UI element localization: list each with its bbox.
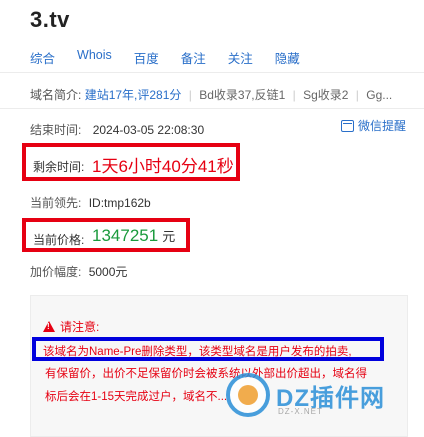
tab-bar: 综合 Whois 百度 备注 关注 隐藏 [30,48,322,67]
leader-row: 当前领先: ID:tmp162b [30,194,151,211]
watermark-subtext: DZ-X.NET [278,407,323,416]
leader-label: 当前领先: [30,196,82,210]
end-time-label: 结束时间: [30,123,82,137]
notice-title: 请注意: [60,320,100,334]
divider [0,72,424,73]
wechat-reminder-button[interactable]: 微信提醒 [340,117,406,134]
end-time-row: 结束时间: 2024-03-05 22:08:30 [30,121,204,138]
remaining-label: 剩余时间: [33,160,85,174]
intro-row: 域名简介: 建站17年,评281分 | Bd收录37,反链1 | Sg收录2 |… [30,86,392,103]
increment-label: 加价幅度: [30,265,82,279]
price-value: 1347251 [92,226,159,245]
intro-label: 域名简介: [30,88,82,102]
wechat-reminder-label: 微信提醒 [357,119,406,133]
remaining-value: 1天6小时40分41秒 [92,157,234,176]
calendar-icon [340,119,354,132]
tab-follow[interactable]: 关注 [228,48,253,67]
intro-item: Sg收录2 [303,88,349,102]
tab-whois[interactable]: Whois [77,48,112,67]
notice-highlight-box: 该域名为Name-Pre删除类型，该类型域名是用户发布的拍卖, [32,337,384,361]
price-value-wrap: 1347251 元 [92,226,175,246]
intro-item: Gg... [366,88,393,102]
divider [0,108,424,109]
separator: | [355,88,359,102]
current-price-box: 当前价格: 1347251 元 [22,218,190,252]
end-time-value: 2024-03-05 22:08:30 [92,123,205,137]
tab-baidu[interactable]: 百度 [134,48,159,67]
separator: | [292,88,296,102]
price-label: 当前价格: [33,233,85,247]
warning-icon [43,321,55,332]
notice-header: 请注意: [43,318,99,335]
notice-highlight: 该域名为Name-Pre删除类型，该类型域名是用户发布的拍卖, [43,346,352,358]
increment-value: 5000元 [88,265,128,279]
leader-value: ID:tmp162b [88,196,151,210]
increment-row: 加价幅度: 5000元 [30,263,127,280]
tab-hide[interactable]: 隐藏 [275,48,300,67]
price-unit: 元 [162,229,176,244]
tab-overview[interactable]: 综合 [30,48,55,67]
tab-notes[interactable]: 备注 [181,48,206,67]
notice-line: 标后会在1-15天完成过户，域名不... [45,391,228,403]
remaining-time-box: 剩余时间: 1天6小时40分41秒 [22,143,240,181]
watermark: DZ插件网 DZ-X.NET [226,365,416,425]
intro-link[interactable]: 建站17年,评281分 [85,88,182,102]
separator: | [188,88,192,102]
watermark-logo-icon [226,373,270,417]
domain-title: 3.tv [30,7,70,32]
domain-detail-panel: 3.tv 综合 Whois 百度 备注 关注 隐藏 域名简介: 建站17年,评2… [0,0,424,437]
intro-item: Bd收录37,反链1 [199,88,286,102]
